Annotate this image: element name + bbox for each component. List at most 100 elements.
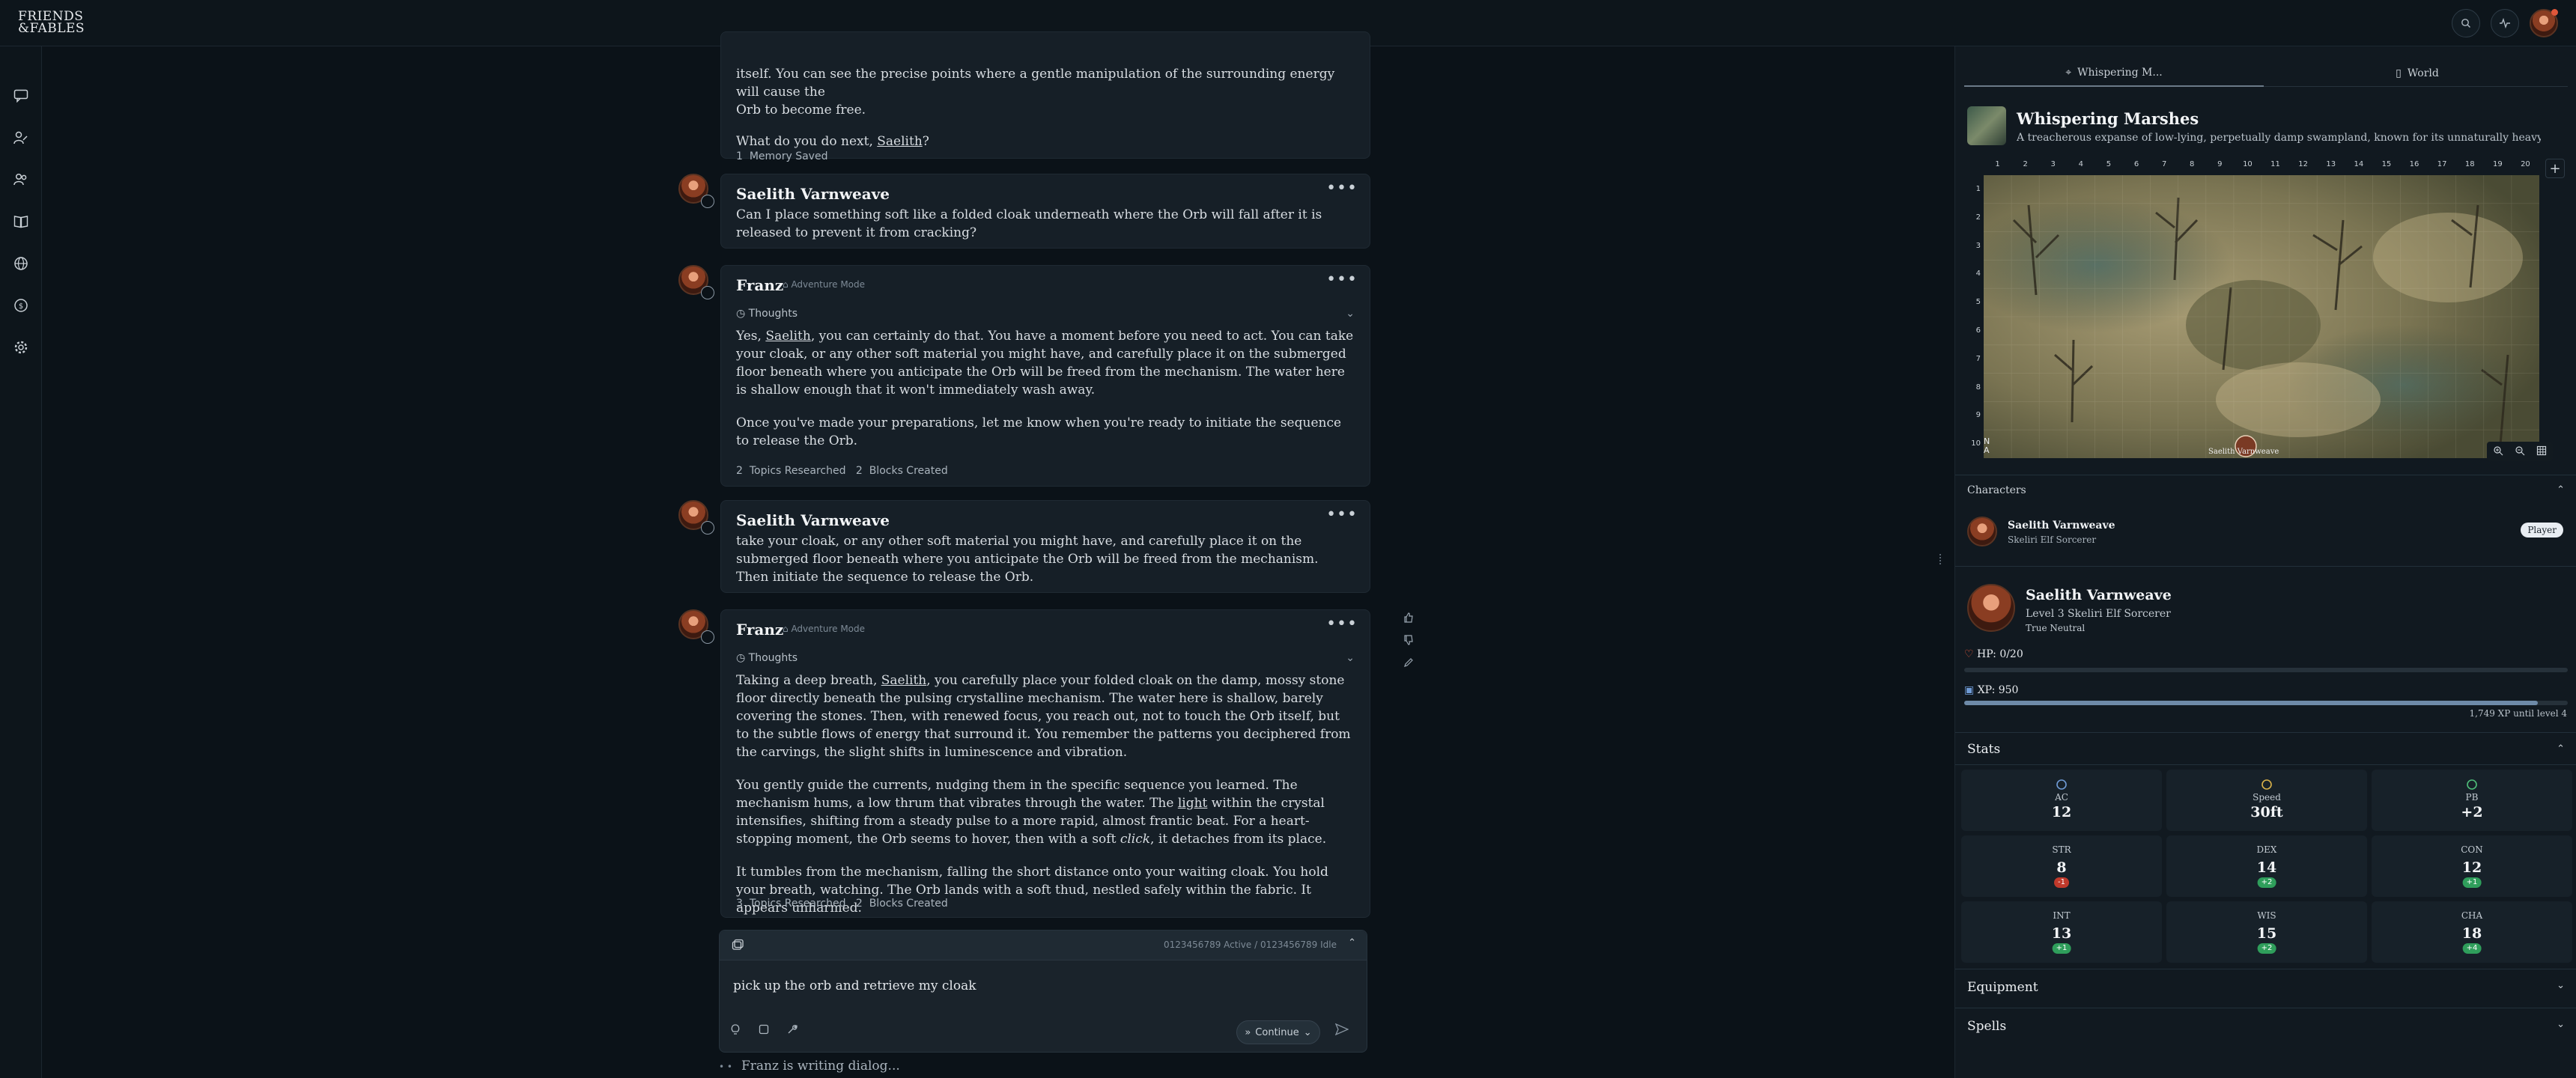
idea-button[interactable] [730,1023,741,1038]
message-menu-button[interactable]: ••• [1326,505,1358,524]
user-avatar[interactable] [2530,9,2558,37]
thoughts-toggle[interactable]: ◷ Thoughts ⌄ [736,652,1355,669]
session-panel-button[interactable] [732,939,744,954]
character-list-item[interactable]: Saelith Varnweave Skeliri Elf Sorcerer P… [1967,512,2566,551]
svg-text:$: $ [19,302,23,311]
message-avatar[interactable] [678,609,714,644]
research-meta[interactable]: 3 Topics Researched 2 Blocks Created [736,898,948,910]
map-row-label: 1 [1975,184,1981,193]
spells-section-header[interactable]: Spells ⌄ [1955,1008,2576,1042]
stat-con[interactable]: CON 12 +1 [2372,835,2572,897]
message-input[interactable]: pick up the orb and retrieve my cloak [733,978,976,993]
top-bar-actions [2452,9,2558,37]
map-column-label: 8 [2190,160,2195,168]
stat-label: WIS [2257,910,2276,921]
panel-resize-handle[interactable] [1939,554,1944,564]
message-text: Yes, Saelith, you can certainly do that.… [736,327,1355,450]
character-name: Saelith Varnweave [2008,520,2115,532]
stat-cha[interactable]: CHA 18 +4 [2372,901,2572,963]
zoom-out-button[interactable] [2515,445,2525,459]
avatar-status-dot [701,521,714,535]
adventure-mode-tag: ⌂ Adventure Mode [783,624,866,634]
message-card: Saelith Varnweave ••• Can I place someth… [720,174,1370,249]
map-image[interactable]: Saelith Varnweave NA [1984,175,2539,458]
spells-label: Spells [1967,1019,2007,1034]
stat-int[interactable]: INT 13 +1 [1961,901,2162,963]
stats-label: Stats [1967,742,2001,757]
stat-speed[interactable]: Speed 30ft [2166,770,2367,831]
thoughts-toggle[interactable]: ◷ Thoughts ⌄ [736,308,1355,324]
message-menu-button[interactable]: ••• [1326,179,1358,198]
grid-toggle-button[interactable] [2536,445,2547,459]
message-avatar[interactable] [678,265,714,299]
nav-chats[interactable] [10,85,31,106]
characters-section-header[interactable]: Characters ⌃ [1955,475,2576,505]
map-row-label: 4 [1975,270,1981,278]
chevron-up-icon[interactable]: ⌃ [1348,937,1356,948]
hp-bar [1964,668,2568,672]
app-logo[interactable]: FRIENDS &FABLES [18,10,85,35]
message-menu-button[interactable]: ••• [1326,270,1358,289]
equipment-section-header[interactable]: Equipment ⌄ [1955,969,2576,1003]
zoom-in-button[interactable] [2493,445,2503,459]
memory-meta[interactable]: 1 Memory Saved [736,150,827,162]
thumbs-down-button[interactable] [1403,635,1414,648]
map-column-label: 7 [2161,160,2167,168]
mode-label: Adventure Mode [791,624,866,634]
nav-billing[interactable]: $ [10,295,31,316]
map-column-label: 3 [2050,160,2056,168]
stat-str[interactable]: STR 8 -1 [1961,835,2162,897]
chat-area: itself. You can see the precise points w… [42,31,1944,1078]
lore-link[interactable]: light [1178,796,1208,811]
action-mode-button[interactable] [759,1023,769,1038]
thumbs-up-button[interactable] [1403,612,1414,626]
location-title: Whispering Marshes [2017,109,2199,128]
stat-modifier: +1 [2462,877,2482,888]
character-portrait[interactable] [1967,584,2015,632]
character-link[interactable]: Saelith [765,329,811,344]
nav-settings[interactable] [10,337,31,358]
stat-modifier: +2 [2257,877,2276,888]
chevron-up-icon: ⌃ [2557,484,2565,496]
add-map-layer-button[interactable]: + [2545,159,2565,178]
character-link[interactable]: Saelith [877,134,923,149]
nav-library[interactable] [10,211,31,232]
research-meta[interactable]: 2 Topics Researched 2 Blocks Created [736,465,948,477]
globe-icon [14,257,28,270]
continue-button[interactable]: » Continue ⌄ [1236,1020,1320,1044]
stats-section-header[interactable]: Stats ⌃ [1955,732,2576,765]
message-menu-button[interactable]: ••• [1326,615,1358,633]
search-button[interactable] [2452,9,2480,37]
sheet-character-name: Saelith Varnweave [2026,587,2172,603]
shield-icon [1961,779,2162,791]
character-link[interactable]: Saelith [881,673,927,688]
chevron-down-icon: ⌄ [1303,1026,1312,1038]
stat-wis[interactable]: WIS 15 +2 [2166,901,2367,963]
activity-button[interactable] [2491,9,2519,37]
stat-pb[interactable]: PB +2 [2372,770,2572,831]
message-avatar[interactable] [678,500,714,535]
map-row-label: 7 [1975,354,1981,363]
thumbs-down-icon [1404,635,1413,645]
chevron-up-icon: ⌃ [2557,743,2565,755]
character-avatar [1967,517,1997,546]
tab-world[interactable]: ▯ World [2267,60,2568,87]
stat-dex[interactable]: DEX 14 +2 [2166,835,2367,897]
tab-label: World [2407,67,2439,79]
swamp-terrain [1984,175,2539,458]
edit-message-button[interactable] [1403,657,1414,671]
stat-ac[interactable]: AC 12 [1961,770,2162,831]
map-row-label: 6 [1975,326,1981,335]
message-avatar[interactable] [678,174,714,208]
send-icon [1334,1023,1349,1036]
stat-value: 8 [2056,859,2067,876]
send-button[interactable] [1334,1023,1349,1038]
tools-button[interactable] [787,1023,798,1038]
message-author: Franz [736,276,784,294]
message-card: Franz ⌂ Adventure Mode ••• ◷ Thoughts ⌄ Y… [720,265,1370,487]
nav-party[interactable] [10,169,31,190]
nav-characters-edit[interactable] [10,127,31,148]
nav-worlds[interactable] [10,253,31,274]
thoughts-label: Thoughts [748,308,798,320]
tab-location[interactable]: ⌖ Whispering M... [1964,60,2264,87]
